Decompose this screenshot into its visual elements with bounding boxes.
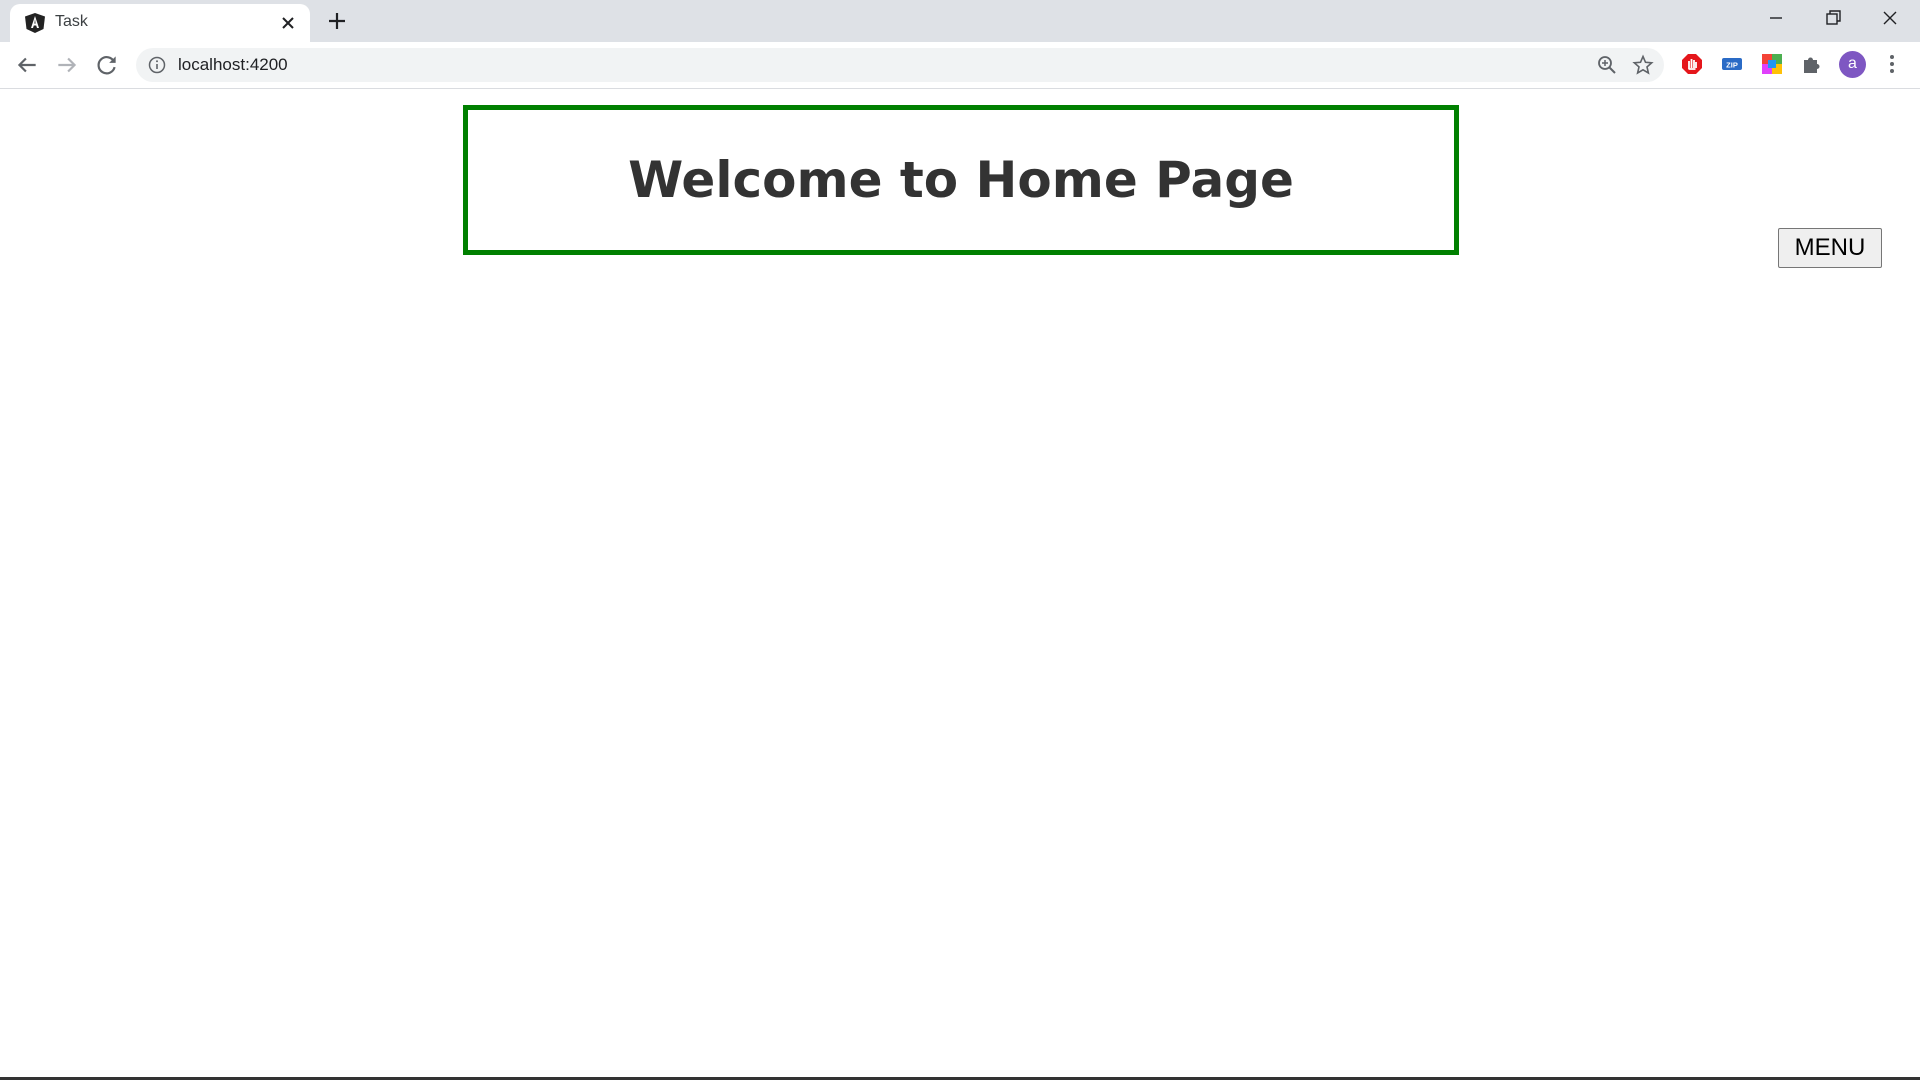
page-title: Welcome to Home Page bbox=[628, 151, 1294, 209]
window-close-icon[interactable] bbox=[1878, 6, 1902, 30]
info-icon[interactable] bbox=[148, 56, 166, 74]
puzzle-icon[interactable] bbox=[1800, 52, 1824, 76]
zoom-icon[interactable] bbox=[1596, 54, 1618, 76]
zip-icon[interactable]: ZIP bbox=[1720, 52, 1744, 76]
url-text[interactable]: localhost:4200 bbox=[178, 55, 288, 75]
profile-avatar[interactable]: a bbox=[1839, 51, 1866, 78]
reload-icon[interactable] bbox=[94, 52, 120, 78]
new-tab-icon[interactable] bbox=[325, 9, 349, 33]
adblock-icon[interactable] bbox=[1680, 52, 1704, 76]
page-viewport: Welcome to Home Page MENU bbox=[0, 89, 1920, 1080]
back-arrow-icon[interactable] bbox=[14, 52, 40, 78]
tab-strip: Task bbox=[0, 0, 1920, 42]
minimize-icon[interactable] bbox=[1764, 6, 1788, 30]
svg-text:ZIP: ZIP bbox=[1726, 61, 1738, 70]
forward-arrow-icon[interactable] bbox=[54, 52, 80, 78]
address-bar[interactable]: localhost:4200 bbox=[136, 48, 1664, 82]
restore-icon[interactable] bbox=[1821, 6, 1845, 30]
browser-toolbar: localhost:4200 bbox=[0, 42, 1920, 89]
browser-tab[interactable]: Task bbox=[10, 4, 310, 42]
angular-icon bbox=[25, 13, 45, 33]
tab-close-icon[interactable] bbox=[278, 13, 298, 33]
menu-button[interactable]: MENU bbox=[1778, 228, 1882, 268]
welcome-banner: Welcome to Home Page bbox=[463, 105, 1459, 255]
more-options-icon[interactable] bbox=[1880, 52, 1904, 76]
color-palette-icon[interactable] bbox=[1760, 52, 1784, 76]
star-icon[interactable] bbox=[1632, 54, 1654, 76]
tab-title: Task bbox=[55, 13, 88, 30]
